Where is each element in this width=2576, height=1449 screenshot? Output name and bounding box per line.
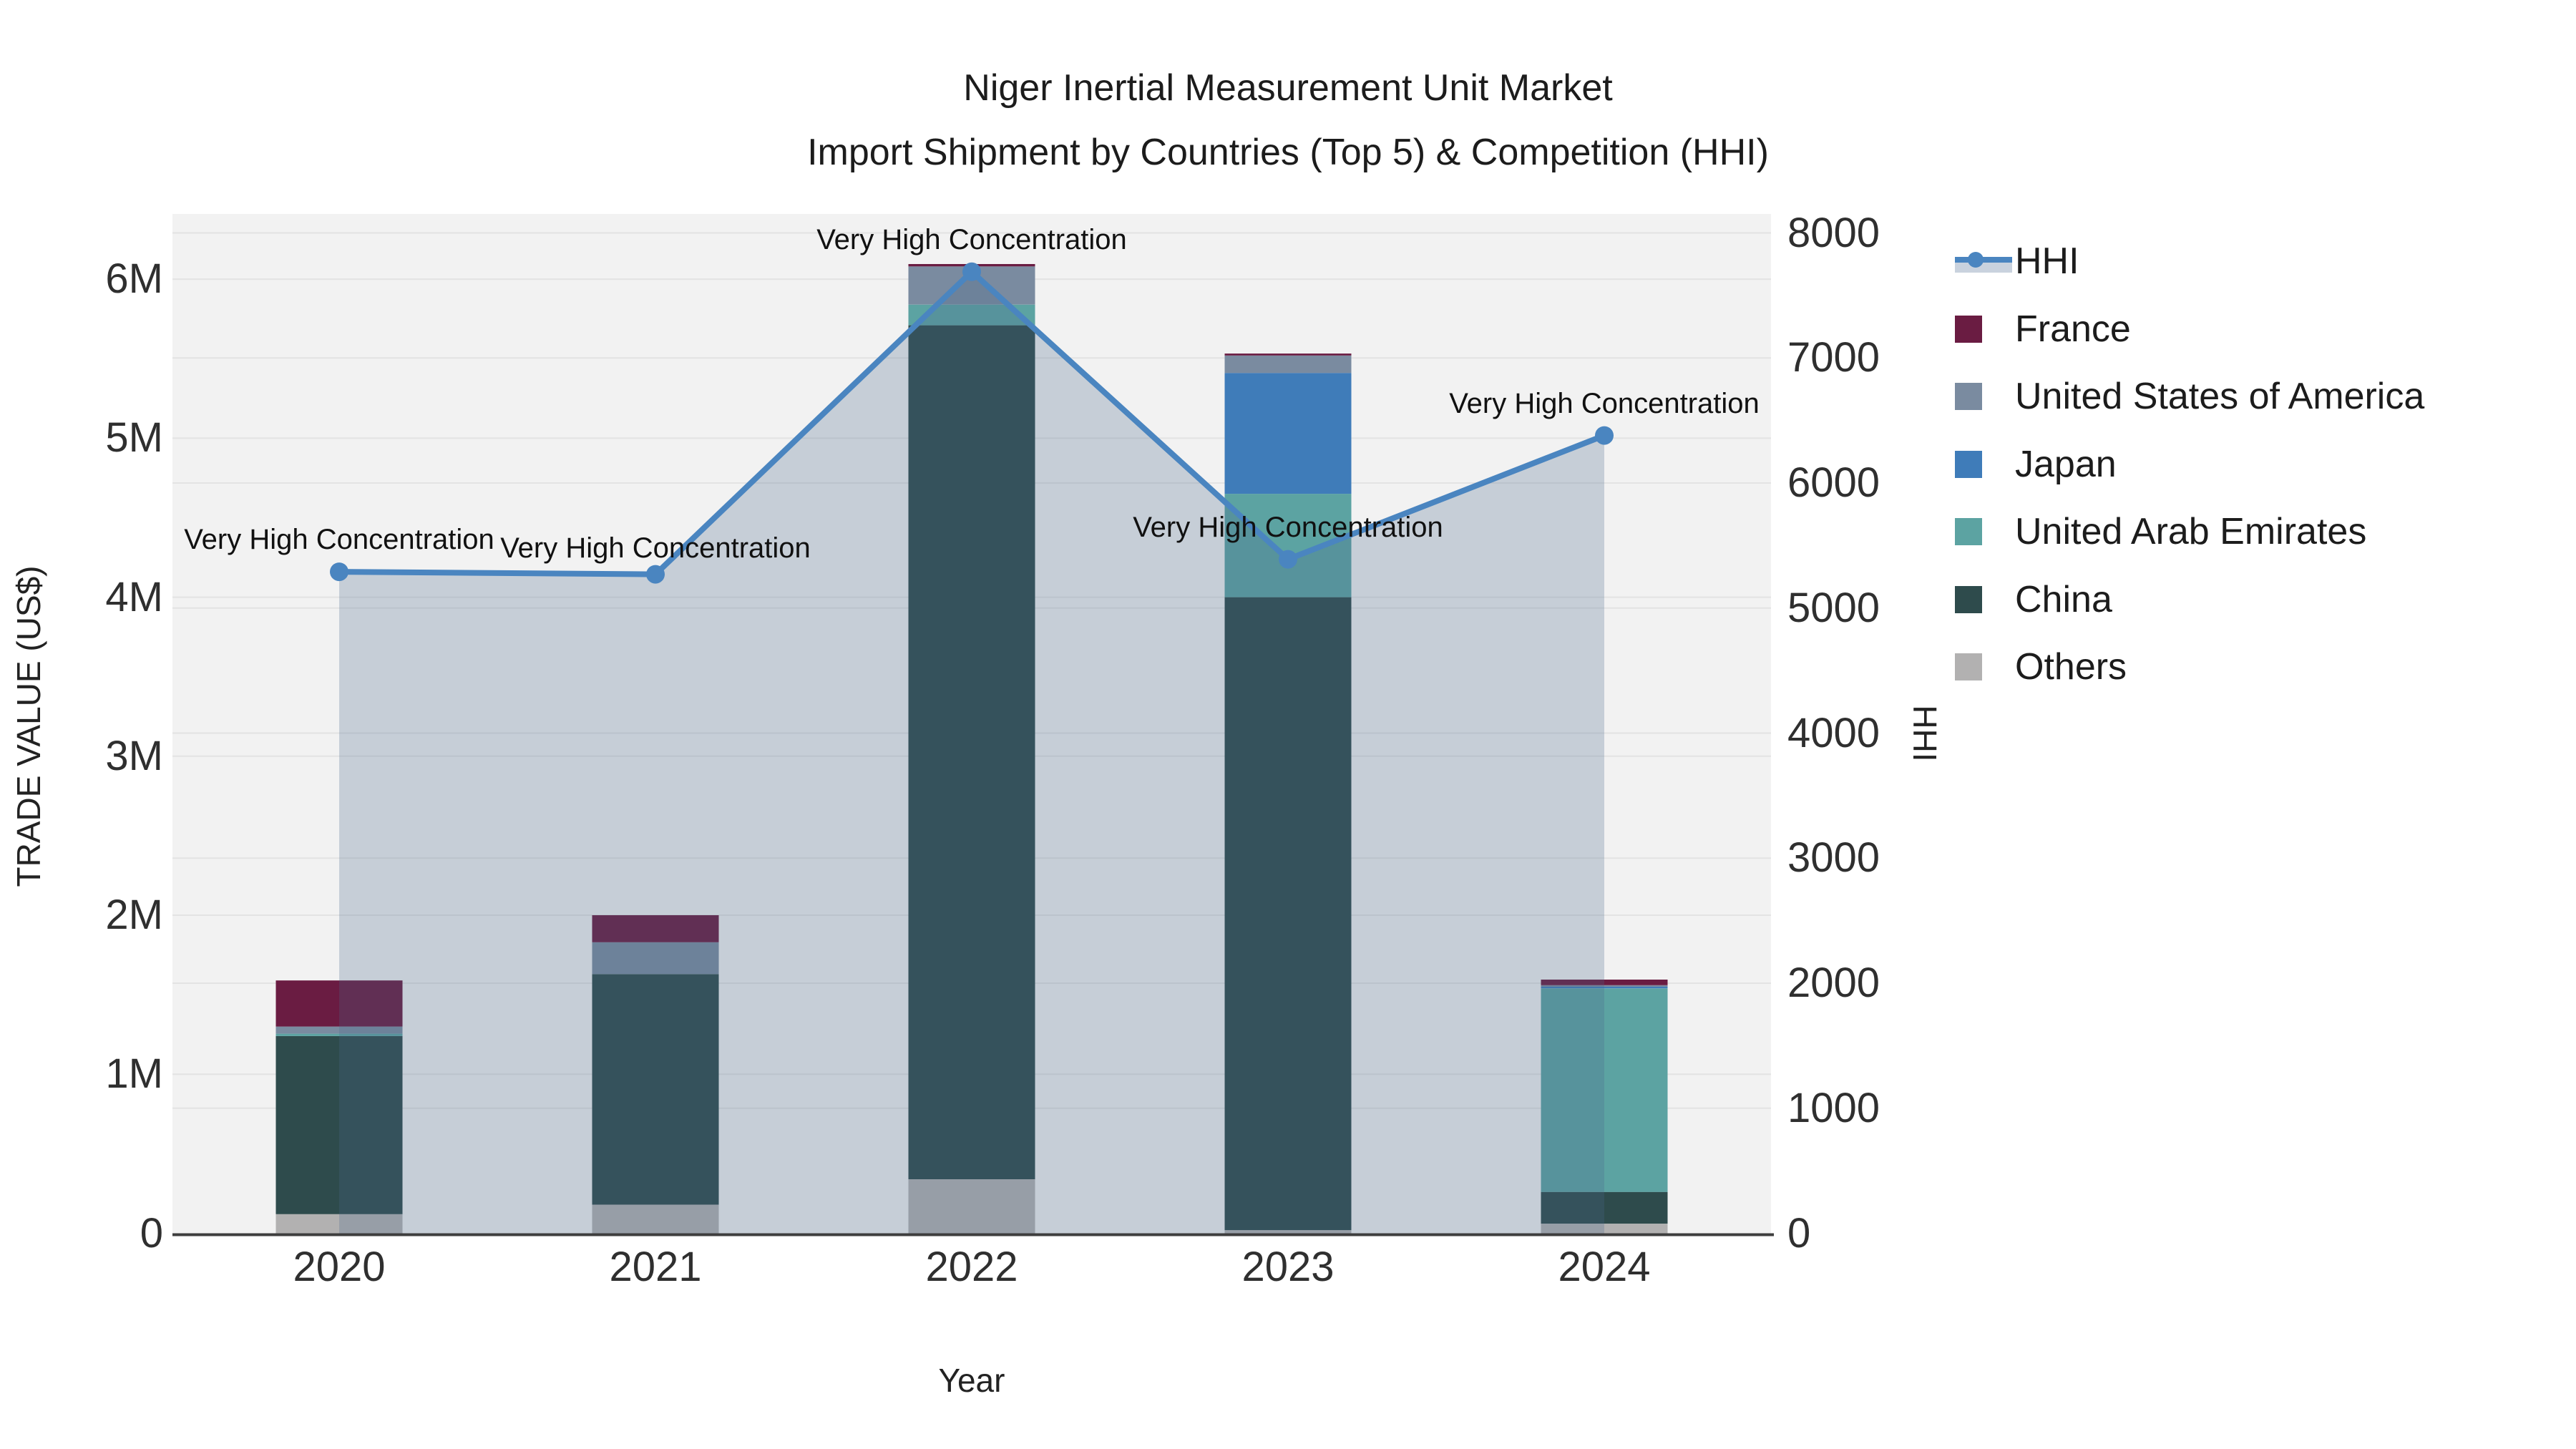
bar-2023-united-states-of-america: [1224, 355, 1352, 374]
y-left-tick-2M: 2M: [105, 892, 163, 938]
legend-item-hhi[interactable]: HHI: [1955, 240, 2079, 283]
legend-item-france[interactable]: France: [1955, 308, 2131, 351]
y-left-tick-5M: 5M: [105, 414, 163, 461]
chart-canvas: Niger Inertial Measurement Unit Market I…: [0, 0, 2576, 1449]
annotation-2021: Very High Concentration: [500, 532, 811, 564]
legend-swatch-others: [1955, 653, 1982, 680]
legend-swatch-united-arab-emirates: [1955, 518, 1982, 545]
chart-plot-svg: [172, 214, 1774, 1236]
legend-label-others: Others: [2015, 646, 2127, 688]
x-tick-2023: 2023: [1241, 1244, 1335, 1290]
y-right-tick-1000: 1000: [1787, 1085, 1880, 1131]
annotation-2024: Very High Concentration: [1449, 388, 1760, 419]
chart-title-line1: Niger Inertial Measurement Unit Market: [963, 67, 1613, 109]
legend-item-china[interactable]: China: [1955, 578, 2112, 621]
legend-item-united-states-of-america[interactable]: United States of America: [1955, 375, 2424, 418]
legend-label-japan: Japan: [2015, 443, 2117, 485]
legend-label-france: France: [2015, 308, 2131, 350]
legend-item-united-arab-emirates[interactable]: United Arab Emirates: [1955, 510, 2366, 553]
y-right-tick-3000: 3000: [1787, 834, 1880, 881]
annotation-2023: Very High Concentration: [1133, 512, 1443, 543]
y-left-tick-0: 0: [140, 1210, 163, 1257]
hhi-marker-2024: [1595, 426, 1614, 445]
y-left-tick-3M: 3M: [105, 733, 163, 779]
hhi-marker-2021: [646, 565, 665, 584]
y-left-tick-1M: 1M: [105, 1050, 163, 1097]
legend-swatch-united-states-of-america: [1955, 383, 1982, 410]
bar-2023-france: [1224, 353, 1352, 356]
y-left-tick-6M: 6M: [105, 255, 163, 302]
legend-item-japan[interactable]: Japan: [1955, 443, 2117, 486]
y-right-tick-0: 0: [1787, 1210, 1811, 1257]
x-tick-2022: 2022: [925, 1244, 1018, 1290]
y-right-tick-2000: 2000: [1787, 960, 1880, 1006]
hhi-legend-line-icon: [1955, 247, 2012, 275]
legend-swatch-france: [1955, 315, 1982, 343]
hhi-marker-2020: [330, 562, 348, 582]
chart-title-line2: Import Shipment by Countries (Top 5) & C…: [807, 132, 1769, 173]
y-left-tick-4M: 4M: [105, 574, 163, 620]
y-right-tick-4000: 4000: [1787, 710, 1880, 756]
legend-item-others[interactable]: Others: [1955, 645, 2127, 688]
legend-label-united-arab-emirates: United Arab Emirates: [2015, 511, 2367, 552]
x-tick-2024: 2024: [1558, 1244, 1651, 1290]
x-axis-title: Year: [938, 1362, 1005, 1399]
legend-label-hhi: HHI: [2015, 240, 2079, 282]
x-tick-2021: 2021: [609, 1244, 702, 1290]
hhi-marker-2022: [962, 262, 981, 281]
hhi-marker-2023: [1279, 550, 1297, 569]
chart-title: Niger Inertial Measurement Unit Market I…: [429, 56, 2147, 185]
legend-label-china: China: [2015, 578, 2112, 620]
legend-swatch-japan: [1955, 450, 1982, 478]
legend-swatch-china: [1955, 585, 1982, 613]
legend-label-united-states-of-america: United States of America: [2015, 376, 2425, 417]
x-axis-line: [172, 1233, 1774, 1236]
x-tick-2020: 2020: [293, 1244, 386, 1290]
annotation-2022: Very High Concentration: [816, 224, 1127, 255]
